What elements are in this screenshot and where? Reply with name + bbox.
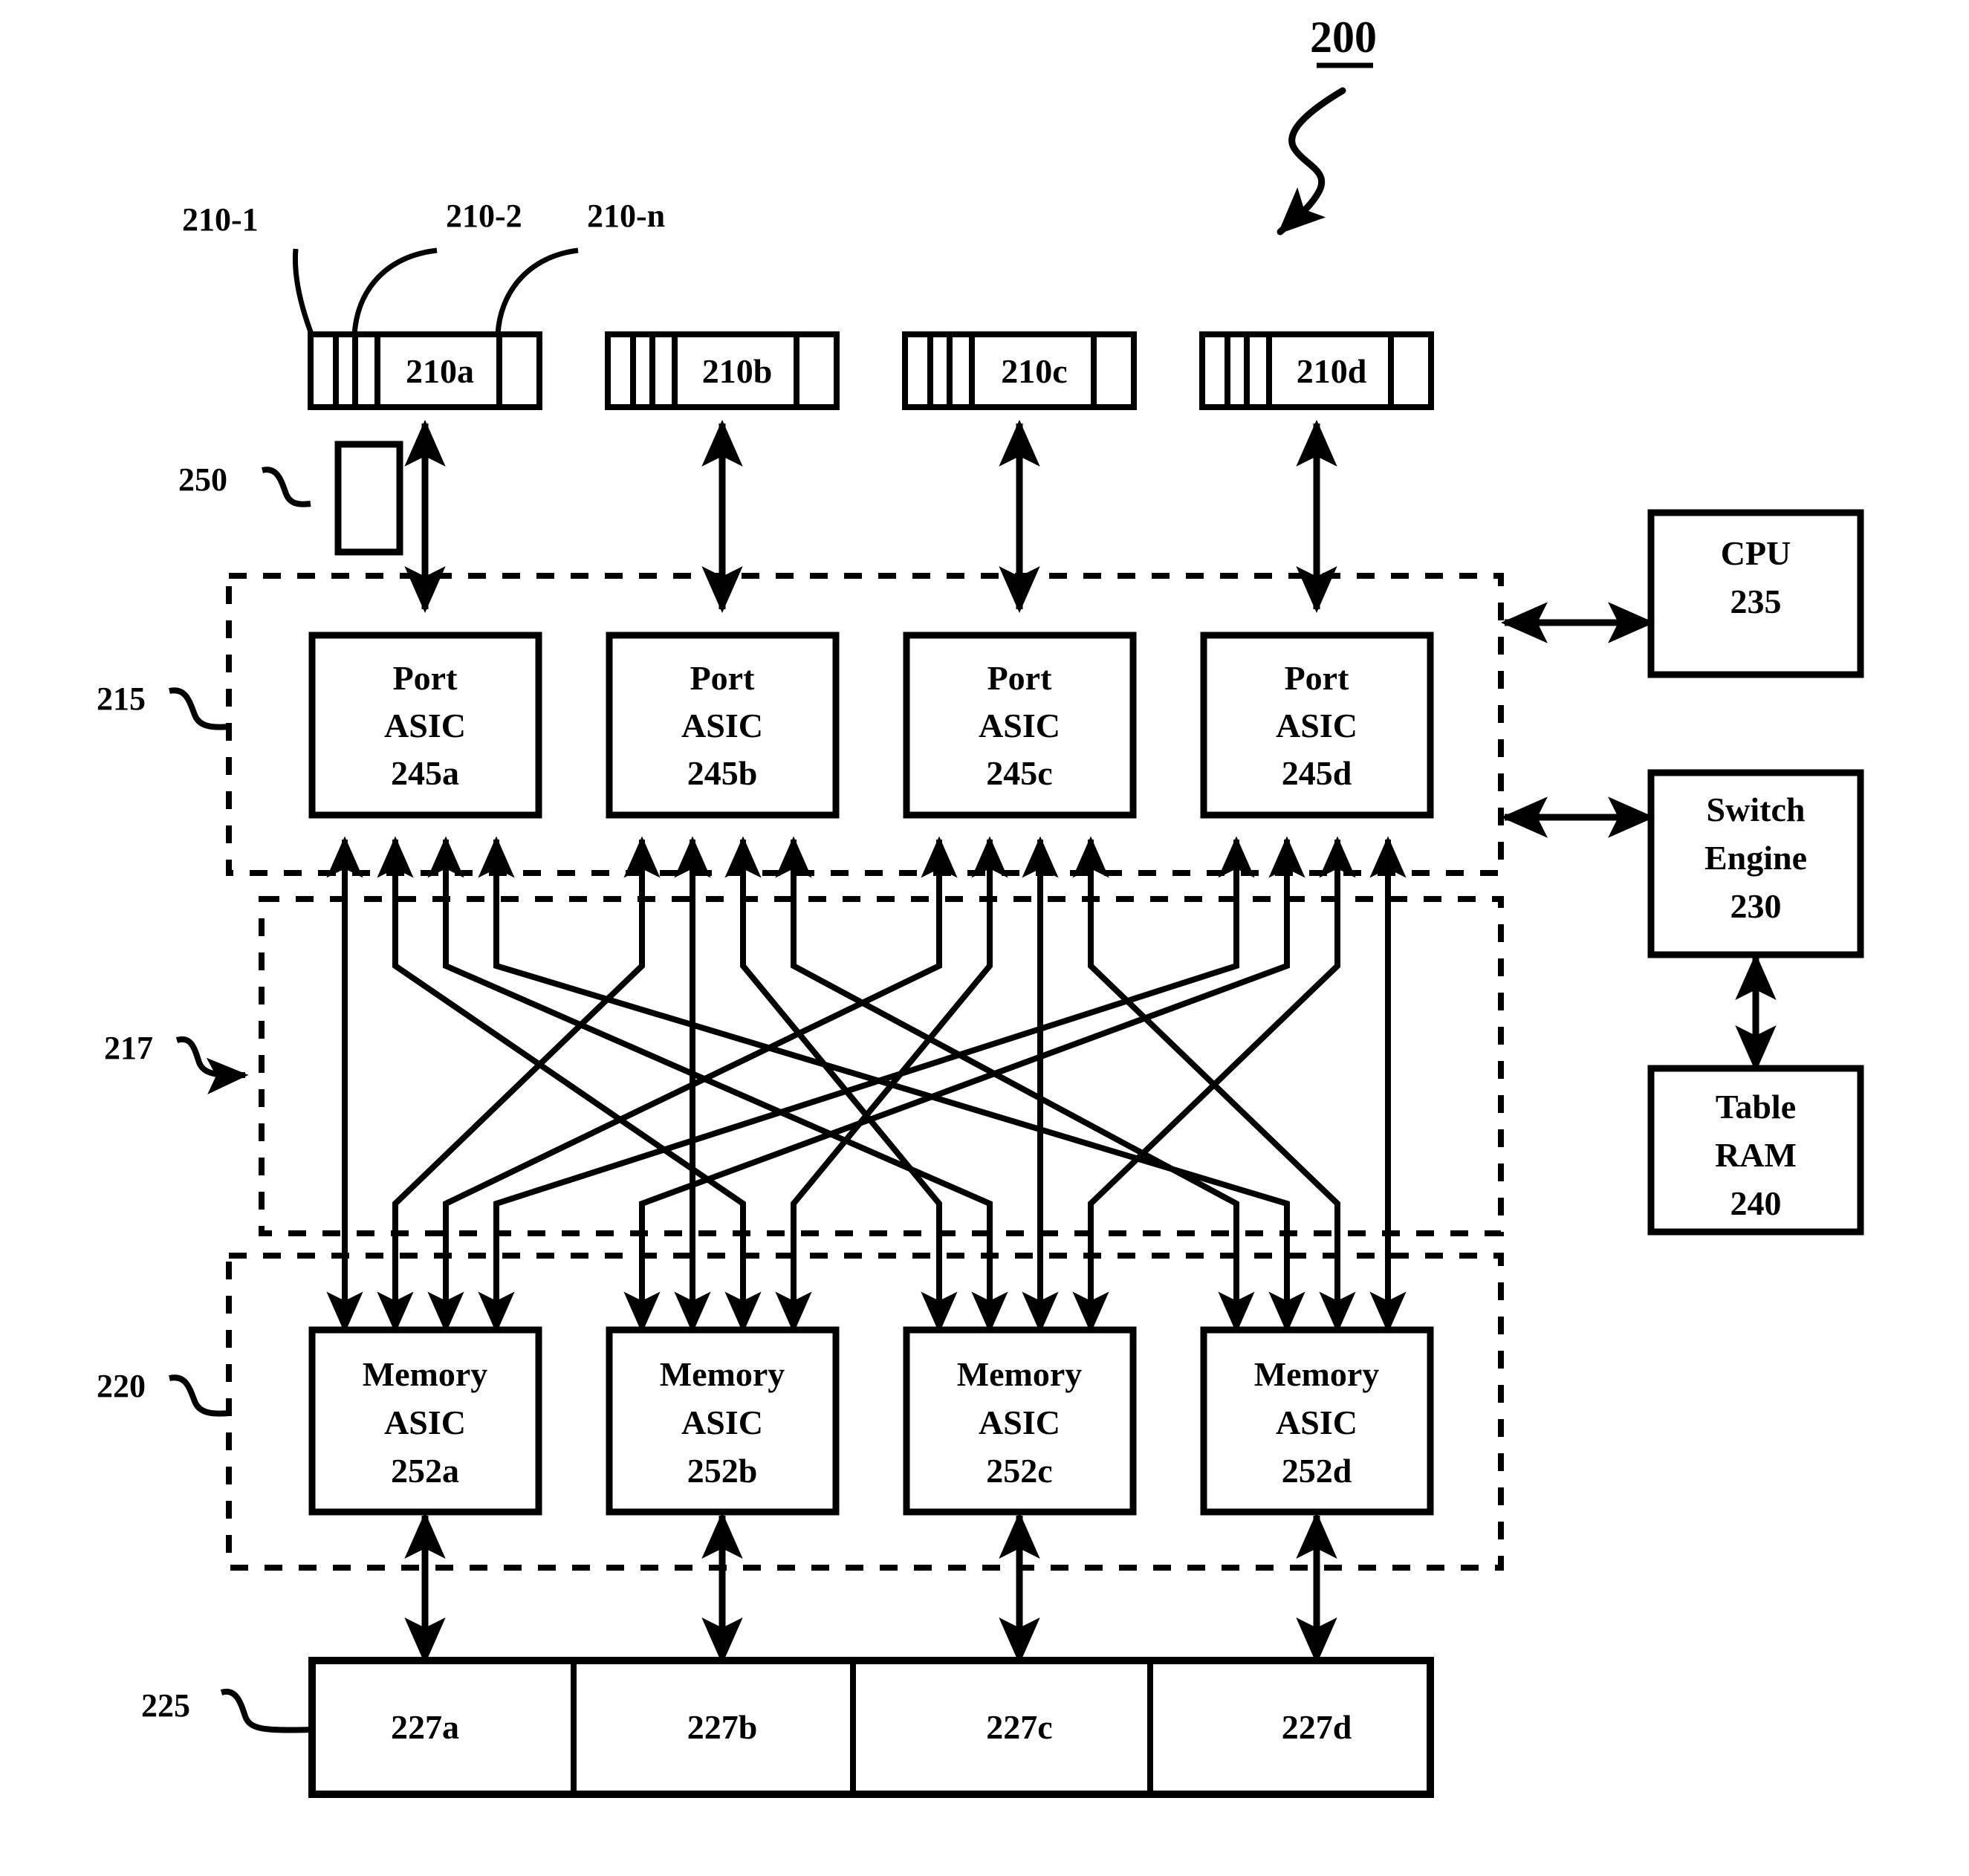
port-asic-line2: ASIC	[1276, 707, 1357, 744]
callout-215: 215	[97, 681, 146, 717]
buffer-label-227c[interactable]: 227c	[986, 1708, 1052, 1746]
buffer-label-227a[interactable]: 227a	[391, 1708, 459, 1746]
callout-225: 225	[141, 1687, 190, 1724]
port-asic-245a[interactable]: Port ASIC 245a	[308, 632, 542, 819]
table-ram-block[interactable]: Table RAM 240	[1647, 1065, 1864, 1236]
memory-asic-line2: ASIC	[384, 1403, 466, 1441]
buffer-label-227b[interactable]: 227b	[687, 1708, 758, 1746]
memory-asic-252b[interactable]: Memory ASIC 252b	[606, 1326, 840, 1516]
cpu-block[interactable]: CPU 235	[1647, 509, 1864, 678]
port-block-label: 210b	[702, 352, 773, 390]
port-asic-line3: 245b	[687, 754, 758, 792]
port-block-label: 210d	[1297, 352, 1367, 390]
memory-asic-line1: Memory	[363, 1355, 488, 1393]
switch-engine-block[interactable]: Switch Engine 230	[1647, 769, 1864, 958]
port-block-210b[interactable]: 210b	[605, 331, 840, 410]
port-asic-line3: 245a	[391, 754, 459, 792]
table-ram-line3: 240	[1730, 1184, 1782, 1222]
port-asic-line3: 245c	[986, 754, 1052, 792]
callout-210-n: 210-n	[587, 198, 665, 234]
port-asic-line2: ASIC	[681, 707, 763, 744]
port-asic-245c[interactable]: Port ASIC 245c	[903, 632, 1137, 819]
memory-asic-line3: 252b	[687, 1452, 758, 1490]
memory-asic-line1: Memory	[1254, 1355, 1380, 1393]
switch-engine-line3: 230	[1730, 887, 1782, 925]
memory-asic-line2: ASIC	[979, 1403, 1060, 1441]
figure-number: 200	[1310, 13, 1377, 62]
port-block-210a[interactable]: 210a	[308, 331, 542, 410]
port-block-210c[interactable]: 210c	[902, 331, 1137, 410]
switch-engine-line2: Engine	[1704, 839, 1807, 877]
figure-canvas: 200 210-1 210-2 210-n 210a 210b 210c 210…	[0, 0, 1969, 1876]
port-asic-line2: ASIC	[384, 707, 466, 744]
buffer-strip-group: 225 227a 227b 227c 227d	[141, 1657, 1434, 1798]
callout-217: 217	[104, 1030, 153, 1066]
buffer-label-227d[interactable]: 227d	[1282, 1708, 1352, 1746]
cpu-line2: 235	[1730, 582, 1782, 620]
memory-asic-252a[interactable]: Memory ASIC 252a	[308, 1326, 542, 1516]
port-asic-line1: Port	[690, 659, 756, 697]
table-ram-line1: Table	[1716, 1088, 1796, 1126]
memory-asic-line3: 252c	[986, 1452, 1052, 1490]
memory-asic-line2: ASIC	[1276, 1403, 1357, 1441]
memory-asic-line1: Memory	[957, 1355, 1083, 1393]
patent-figure-200: 200 210-1 210-2 210-n 210a 210b 210c 210…	[0, 0, 1969, 1876]
switch-engine-line1: Switch	[1707, 791, 1806, 828]
port-asic-line1: Port	[1285, 659, 1350, 697]
memory-asic-252c[interactable]: Memory ASIC 252c	[903, 1326, 1137, 1516]
memory-asic-line3: 252d	[1282, 1452, 1352, 1490]
buffer-strip-outline	[308, 1657, 1434, 1798]
port-asic-line2: ASIC	[979, 707, 1060, 744]
callout-250: 250	[178, 461, 227, 498]
table-ram-line2: RAM	[1715, 1136, 1797, 1174]
port-asic-line1: Port	[987, 659, 1053, 697]
callout-210-1: 210-1	[182, 201, 259, 238]
port-block-210d[interactable]: 210d	[1199, 331, 1434, 410]
port-asic-line3: 245d	[1282, 754, 1352, 792]
block-250[interactable]	[334, 441, 403, 556]
memory-asic-line3: 252a	[391, 1452, 459, 1490]
port-asic-245b[interactable]: Port ASIC 245b	[606, 632, 840, 819]
port-asic-245d[interactable]: Port ASIC 245d	[1200, 632, 1434, 819]
memory-asic-252d[interactable]: Memory ASIC 252d	[1200, 1326, 1434, 1516]
cpu-line1: CPU	[1721, 534, 1791, 572]
callout-220: 220	[97, 1368, 146, 1404]
port-block-label: 210a	[406, 352, 474, 390]
port-block-label: 210c	[1001, 352, 1067, 390]
callout-210-2: 210-2	[446, 198, 522, 234]
memory-asic-line2: ASIC	[681, 1403, 763, 1441]
memory-asic-line1: Memory	[660, 1355, 785, 1393]
port-asic-line1: Port	[393, 659, 458, 697]
